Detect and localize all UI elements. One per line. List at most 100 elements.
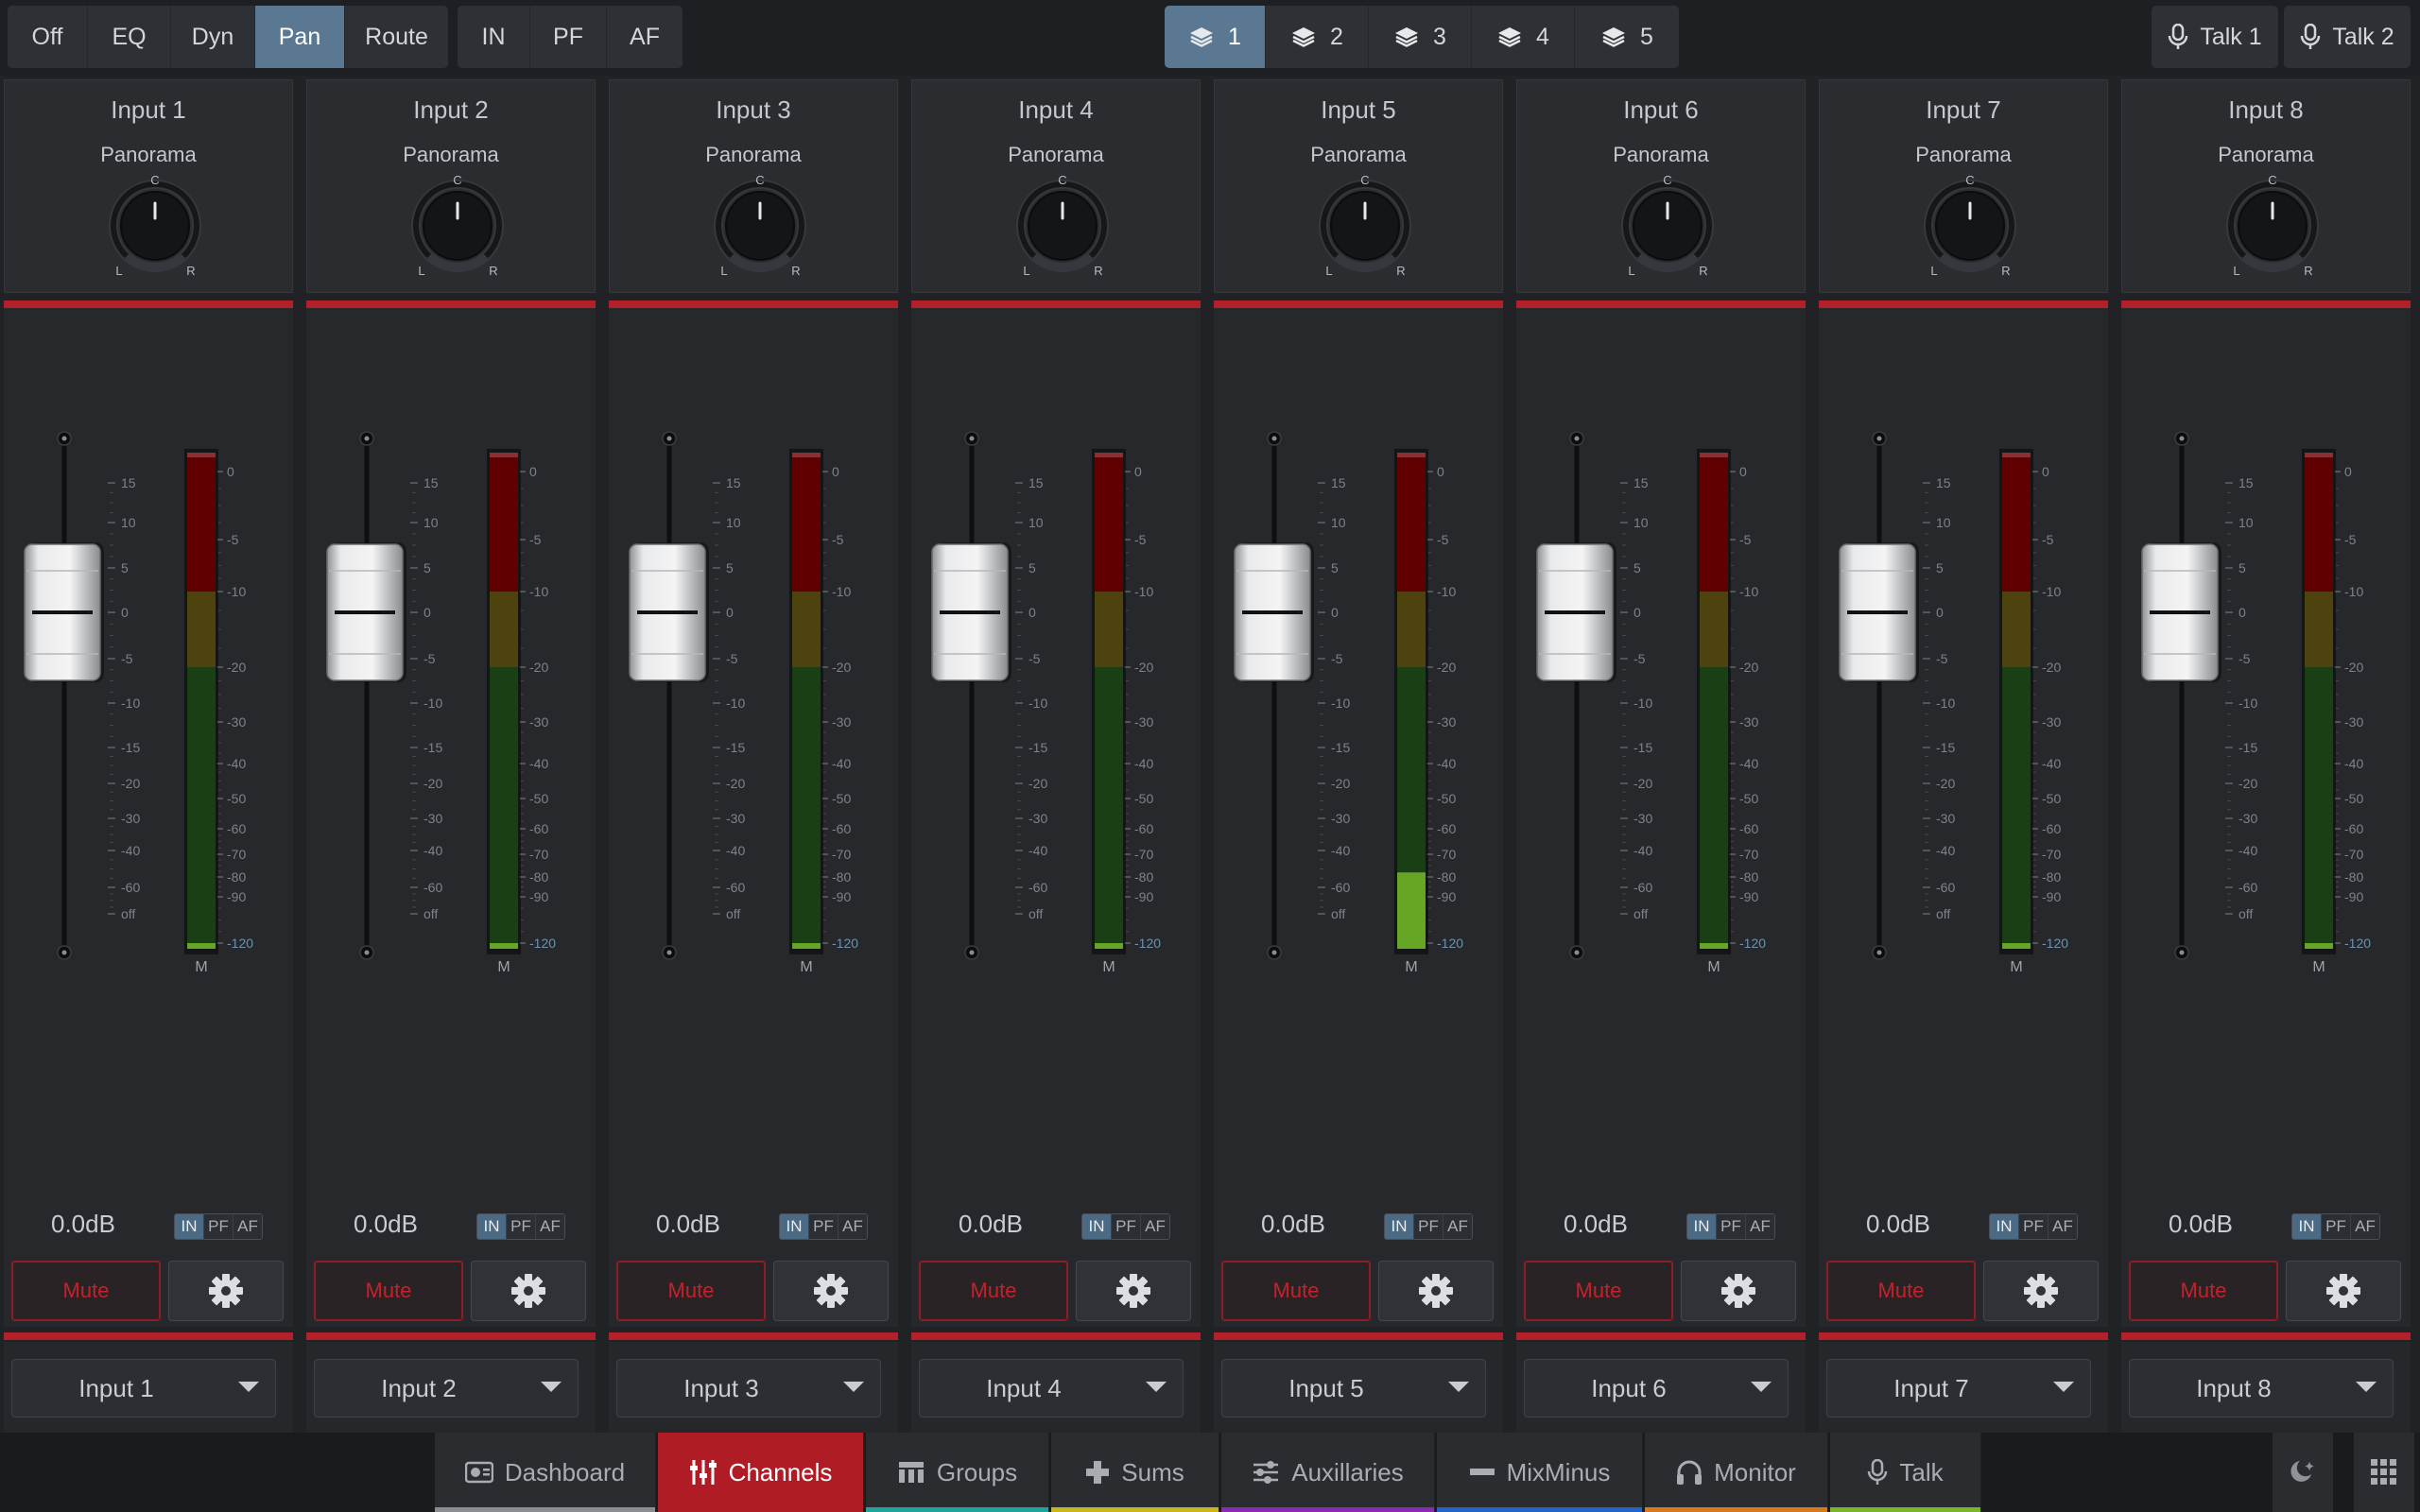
gear-icon (812, 1272, 850, 1310)
channel-tap-pf-button[interactable]: PF (1112, 1214, 1141, 1239)
channel-tap-in-button[interactable]: IN (1990, 1214, 2019, 1239)
fader-handle[interactable] (2141, 542, 2221, 682)
mute-button[interactable]: Mute (1221, 1261, 1371, 1321)
nav-tab-mixminus[interactable]: MixMinus (1437, 1433, 1643, 1512)
channel-settings-button[interactable] (773, 1261, 889, 1321)
channel-tap-pf-button[interactable]: PF (1717, 1214, 1746, 1239)
fader-scale-label: -15 (1028, 740, 1047, 755)
mute-button[interactable]: Mute (2129, 1261, 2278, 1321)
mute-button[interactable]: Mute (919, 1261, 1068, 1321)
channel-settings-button[interactable] (1378, 1261, 1494, 1321)
meter-scale-label: -10 (2344, 584, 2363, 599)
source-select[interactable]: Input 3 (616, 1359, 881, 1418)
view-mode-pan-button[interactable]: Pan (255, 6, 345, 68)
nav-tab-auxillaries[interactable]: Auxillaries (1221, 1433, 1435, 1512)
channel-settings-button[interactable] (1983, 1261, 2099, 1321)
view-mode-route-button[interactable]: Route (345, 6, 448, 68)
fader-handle[interactable] (931, 542, 1011, 682)
source-select[interactable]: Input 6 (1524, 1359, 1789, 1418)
view-mode-dyn-button[interactable]: Dyn (171, 6, 255, 68)
channel-tap-pf-button[interactable]: PF (204, 1214, 233, 1239)
channel-tap-af-button[interactable]: AF (536, 1214, 564, 1239)
channel-tap-af-button[interactable]: AF (838, 1214, 867, 1239)
channel-tap-af-button[interactable]: AF (233, 1214, 262, 1239)
channel-tap-in-button[interactable]: IN (780, 1214, 809, 1239)
meter-scale-label: -10 (2042, 584, 2061, 599)
pan-knob[interactable]: C L R (1013, 173, 1112, 277)
layer-3-button[interactable]: 3 (1369, 6, 1472, 68)
apps-grid-button[interactable] (2354, 1433, 2414, 1512)
channel-tap-pf-button[interactable]: PF (2019, 1214, 2048, 1239)
fader-handle[interactable] (1839, 542, 1919, 682)
pan-knob[interactable]: C L R (711, 173, 809, 277)
fader-handle[interactable] (629, 542, 709, 682)
source-select[interactable]: Input 5 (1221, 1359, 1486, 1418)
channel-tap-af-button[interactable]: AF (1141, 1214, 1169, 1239)
source-select[interactable]: Input 4 (919, 1359, 1184, 1418)
channel-tap-in-button[interactable]: IN (1687, 1214, 1717, 1239)
pan-knob[interactable]: C L R (106, 173, 204, 277)
fader-handle[interactable] (24, 542, 104, 682)
source-select[interactable]: Input 7 (1826, 1359, 2091, 1418)
source-select[interactable]: Input 2 (314, 1359, 579, 1418)
view-mode-eq-button[interactable]: EQ (88, 6, 171, 68)
channel-settings-button[interactable] (1681, 1261, 1796, 1321)
mute-button[interactable]: Mute (1524, 1261, 1673, 1321)
channel-tap-pf-button[interactable]: PF (2322, 1214, 2351, 1239)
channel-settings-button[interactable] (1076, 1261, 1191, 1321)
source-select[interactable]: Input 1 (11, 1359, 276, 1418)
talk-2-button[interactable]: Talk 2 (2284, 6, 2411, 68)
mute-button[interactable]: Mute (616, 1261, 766, 1321)
meter-peak-marker (2002, 453, 2031, 457)
tap-in-button[interactable]: IN (458, 6, 530, 68)
fader-scale-label: 15 (726, 475, 741, 490)
fader-handle[interactable] (1234, 542, 1314, 682)
channel-tap-in-button[interactable]: IN (477, 1214, 507, 1239)
mute-button[interactable]: Mute (1826, 1261, 1976, 1321)
channel-settings-button[interactable] (168, 1261, 284, 1321)
pan-knob[interactable]: C L R (1618, 173, 1717, 277)
nav-tab-sums[interactable]: Sums (1051, 1433, 1219, 1512)
meter-scale-label: -10 (1437, 584, 1456, 599)
mute-button[interactable]: Mute (11, 1261, 161, 1321)
channel-tap-af-button[interactable]: AF (1746, 1214, 1774, 1239)
channel-tap-af-button[interactable]: AF (2048, 1214, 2077, 1239)
fader-handle[interactable] (1536, 542, 1616, 682)
channel-settings-button[interactable] (471, 1261, 586, 1321)
layer-4-button[interactable]: 4 (1472, 6, 1575, 68)
pan-knob[interactable]: C L R (2223, 173, 2322, 277)
talk-1-button[interactable]: Talk 1 (2152, 6, 2278, 68)
channel-tap-in-button[interactable]: IN (1082, 1214, 1112, 1239)
pan-knob[interactable]: C L R (408, 173, 507, 277)
source-select[interactable]: Input 8 (2129, 1359, 2394, 1418)
channel-settings-button[interactable] (2286, 1261, 2401, 1321)
layer-1-button[interactable]: 1 (1165, 6, 1266, 68)
layer-2-button[interactable]: 2 (1266, 6, 1369, 68)
channel-tap-pf-button[interactable]: PF (809, 1214, 838, 1239)
channel-tap-in-button[interactable]: IN (1385, 1214, 1414, 1239)
tap-af-button[interactable]: AF (607, 6, 683, 68)
nav-tab-monitor[interactable]: Monitor (1645, 1433, 1828, 1512)
channel-tap-af-button[interactable]: AF (1443, 1214, 1472, 1239)
channel-tap-in-button[interactable]: IN (2292, 1214, 2322, 1239)
fader-scale-label: 10 (121, 515, 136, 530)
view-mode-off-button[interactable]: Off (8, 6, 88, 68)
layer-5-button[interactable]: 5 (1575, 6, 1679, 68)
pan-knob[interactable]: C L R (1921, 173, 2019, 277)
nav-tab-channels[interactable]: Channels (658, 1433, 864, 1512)
channel-title: Input 4 (1018, 95, 1094, 124)
channel-tap-af-button[interactable]: AF (2351, 1214, 2379, 1239)
channel-tap-pf-button[interactable]: PF (507, 1214, 536, 1239)
pan-knob[interactable]: C L R (1316, 173, 1414, 277)
nav-tab-talk[interactable]: Talk (1830, 1433, 1981, 1512)
nav-tab-groups[interactable]: Groups (866, 1433, 1049, 1512)
channel-tap-in-button[interactable]: IN (175, 1214, 204, 1239)
mute-button[interactable]: Mute (314, 1261, 463, 1321)
fader-handle[interactable] (326, 542, 406, 682)
meter-scale-label: -80 (2042, 869, 2061, 885)
nav-tab-dashboard[interactable]: Dashboard (435, 1433, 656, 1512)
night-mode-button[interactable] (2273, 1433, 2333, 1512)
channel-tap-pf-button[interactable]: PF (1414, 1214, 1443, 1239)
tap-pf-button[interactable]: PF (530, 6, 607, 68)
channel-title: Input 6 (1623, 95, 1699, 124)
